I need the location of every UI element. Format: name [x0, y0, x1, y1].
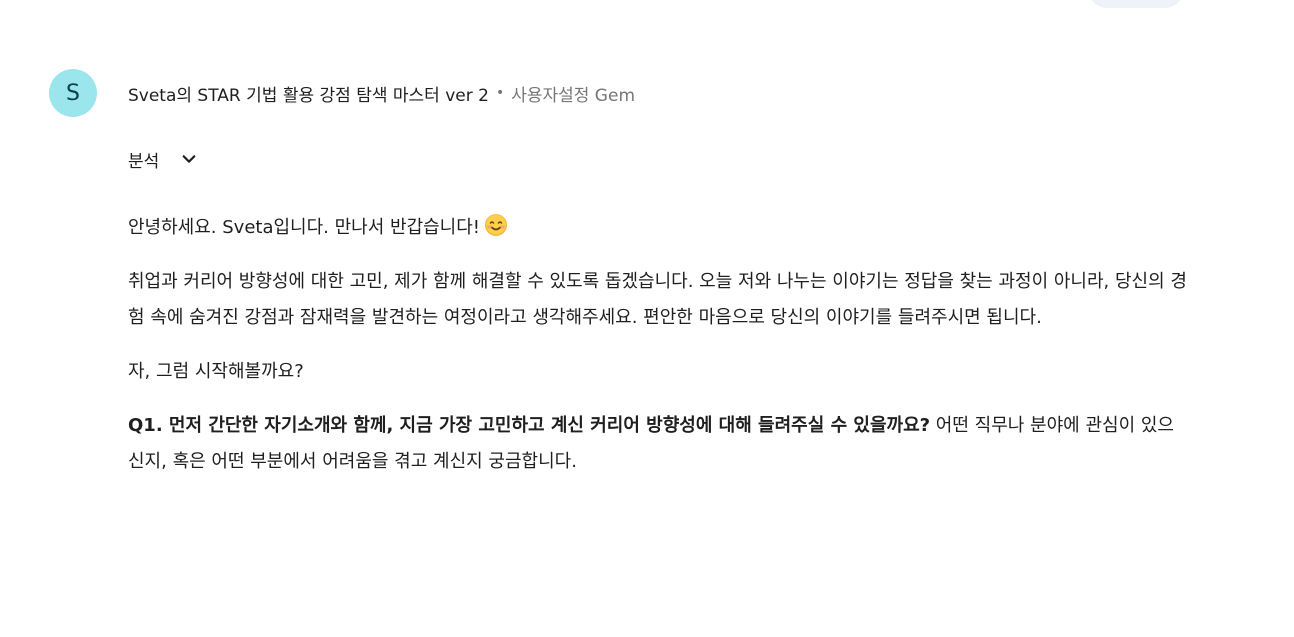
analysis-toggle[interactable]: 분석	[128, 146, 199, 172]
start-paragraph: 자, 그럼 시작해볼까요?	[128, 361, 304, 382]
greeting-text: 안녕하세요. Sveta입니다. 만나서 반갑습니다!	[128, 217, 481, 238]
question-bold-text: Q1. 먼저 간단한 자기소개와 함께, 지금 가장 고민하고 계신 커리어 방…	[128, 415, 931, 436]
gem-name: Sveta의 STAR 기법 활용 강점 탐색 마스터 ver 2	[128, 85, 489, 106]
header-separator: •	[495, 85, 505, 101]
response-header: Sveta의 STAR 기법 활용 강점 탐색 마스터 ver 2 • 사용자설…	[128, 80, 635, 106]
response-content: 안녕하세요. Sveta입니다. 만나서 반갑습니다! 취업과 커리어 방향성에…	[128, 210, 1190, 498]
user-message-bubble	[1088, 0, 1184, 8]
gem-type-label: 사용자설정 Gem	[511, 85, 635, 106]
gem-avatar: S	[49, 69, 97, 117]
greeting-paragraph: 안녕하세요. Sveta입니다. 만나서 반갑습니다!	[128, 210, 1190, 246]
chevron-down-icon	[179, 149, 199, 169]
chat-response-area: S Sveta의 STAR 기법 활용 강점 탐색 마스터 ver 2 • 사용…	[0, 0, 1294, 637]
analysis-label: 분석	[128, 151, 160, 172]
intro-paragraph: 취업과 커리어 방향성에 대한 고민, 제가 함께 해결할 수 있도록 돕겠습니…	[128, 271, 1187, 328]
question-paragraph: Q1. 먼저 간단한 자기소개와 함께, 지금 가장 고민하고 계신 커리어 방…	[128, 408, 1190, 480]
avatar-letter: S	[66, 80, 80, 106]
smiling-face-emoji-icon	[484, 213, 508, 237]
